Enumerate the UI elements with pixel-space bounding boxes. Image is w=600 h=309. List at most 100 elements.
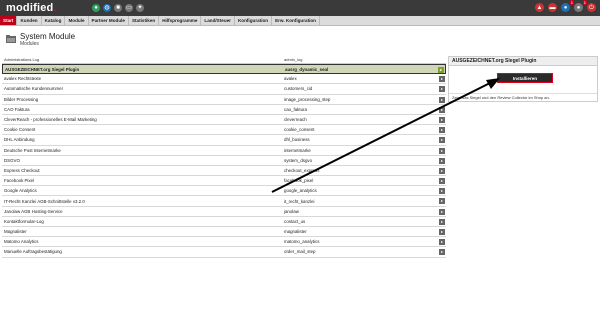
table-row[interactable]: Cookie Consent cookie_consent ▸ (2, 125, 446, 136)
module-code: it_recht_kanzlei (284, 198, 315, 204)
module-title: CleverReach - professionelles E-Mail Mar… (4, 117, 97, 123)
module-title: Manuelle Auftragsbestätigung (4, 249, 62, 255)
table-row[interactable]: Magnalister magnalister ▸ (2, 227, 446, 238)
row-action-icon[interactable]: ▸ (439, 96, 445, 103)
menu-start[interactable]: Start (0, 16, 18, 25)
menu-katalog[interactable]: Katalog (42, 16, 66, 25)
table-row[interactable]: DSGVO system_dsgvo ▸ (2, 156, 446, 166)
row-action-icon[interactable]: ▸ (439, 127, 445, 134)
module-code: cao_faktura (284, 106, 307, 112)
main-menu: Start Kunden Katalog Module Partner Modu… (0, 16, 600, 26)
module-title: Express Checkout (4, 167, 40, 173)
module-title: CAO Faktura (4, 106, 30, 112)
module-title: Kontaktformular-Log (4, 218, 44, 224)
table-row[interactable]: Express Checkout checkout_express ▸ (2, 166, 446, 177)
table-row[interactable]: Google Analytics google_analytics ▸ (2, 186, 446, 197)
table-row[interactable]: CleverReach - professionelles E-Mail Mar… (2, 115, 446, 126)
menu-module[interactable]: Module (65, 16, 89, 25)
row-action-icon[interactable]: ▸ (438, 67, 444, 73)
module-code: cleverreach (284, 117, 307, 123)
table-row[interactable]: Kontaktformular-Log contact_us ▸ (2, 217, 446, 227)
module-title: DSGVO (4, 157, 20, 163)
row-action-icon[interactable]: ▸ (439, 137, 445, 144)
table-row[interactable]: Automatische Kundennummer customers_cid ▸ (2, 84, 446, 95)
row-action-icon[interactable]: ▸ (439, 208, 445, 215)
module-code: janolaw (284, 208, 299, 214)
menu-kunden[interactable]: Kunden (17, 16, 42, 25)
message-icon[interactable]: ● 1 (574, 0, 587, 12)
module-title: Deutsche Post Internetmarke (4, 147, 61, 153)
brand-logo[interactable]: modified. (0, 2, 86, 14)
table-row[interactable]: Janolaw AGB Hosting-Service janolaw ▸ (2, 207, 446, 217)
row-action-icon[interactable]: ▸ (439, 167, 445, 174)
module-title: Google Analytics (4, 188, 37, 194)
table-row[interactable]: Bilder Processing image_processing_step ▸ (2, 95, 446, 105)
table-row[interactable]: Matomo Analytics matomo_analytics ▸ (2, 237, 446, 248)
module-code: facebook_pixel (284, 178, 314, 184)
header-title: Administrations Log (4, 57, 40, 62)
module-title: Matomo Analytics (4, 239, 39, 245)
table-body: AUSGEZEICHNET.org Siegel Plugin ausrg_dyn… (2, 64, 446, 258)
row-action-icon[interactable]: ▸ (439, 157, 445, 164)
globe-icon[interactable]: ◍ (103, 4, 111, 12)
row-action-icon[interactable]: ▸ (439, 147, 445, 154)
module-code: dhl_business (284, 137, 310, 143)
module-code: internetmarke (284, 147, 311, 153)
panel-body: Installieren (449, 66, 597, 93)
page-subtitle: Modules (20, 41, 39, 47)
page-header: System Module Modules (6, 33, 75, 48)
module-title: DHL Anbindung (4, 137, 35, 143)
module-code: ausrg_dynamic_seal (285, 66, 329, 72)
user-icon[interactable]: ■ (114, 4, 122, 12)
table-row[interactable]: Facebook Pixel facebook_pixel ▸ (2, 176, 446, 187)
row-action-icon[interactable]: ▸ (439, 229, 445, 235)
quick-icons: ● ◍ ■ ▭ ✦ (86, 4, 144, 12)
table-row[interactable]: AUSGEZEICHNET.org Siegel Plugin ausrg_dyn… (2, 64, 446, 75)
table-row[interactable]: DHL Anbindung dhl_business ▸ (2, 135, 446, 146)
module-code: image_processing_step (284, 96, 331, 102)
menu-partner-module[interactable]: Partner Module (89, 16, 129, 25)
logout-icon[interactable]: ⏻ (587, 3, 596, 12)
page-title: System Module (20, 32, 76, 41)
module-title: Cookie Consent (4, 127, 36, 133)
menu-land-steuer[interactable]: Land/Steuer (201, 16, 235, 25)
module-code: checkout_express (284, 167, 320, 173)
menu-hilfsprogramme[interactable]: Hilfsprogramme (159, 16, 202, 25)
row-action-icon[interactable]: ▸ (439, 239, 445, 246)
top-right-icons: ▲ ▬ ● 1 ● 1 ⏻ (535, 0, 596, 12)
module-code: google_analytics (284, 188, 317, 194)
row-action-icon[interactable]: ▸ (439, 218, 445, 225)
install-button[interactable]: Installieren (497, 73, 553, 83)
panel-title: AUSGEZEICHNET.org Siegel Plugin (449, 57, 597, 66)
home-icon[interactable]: ● (92, 4, 100, 12)
module-title: Facebook Pixel (4, 178, 35, 184)
table-row[interactable]: avalex Rechtstexte avalex ▸ (2, 74, 446, 85)
mail-icon[interactable]: ▭ (125, 4, 133, 12)
table-row[interactable]: Manuelle Auftragsbestätigung order_mail_s… (2, 247, 446, 258)
module-code: avalex (284, 76, 297, 82)
menu-konfiguration[interactable]: Konfiguration (235, 16, 273, 25)
module-code: contact_us (284, 218, 306, 224)
row-action-icon[interactable]: ▸ (439, 249, 445, 256)
menu-statistiken[interactable]: Statistiken (129, 16, 160, 25)
app-window: modified. ● ◍ ■ ▭ ✦ ▲ ▬ ● 1 ● 1 ⏻ Start Ku… (0, 0, 600, 309)
module-code: order_mail_step (284, 249, 316, 255)
row-action-icon[interactable]: ▸ (439, 116, 445, 123)
menu-erw-konfiguration[interactable]: Erw. Konfiguration (272, 16, 320, 25)
table-row[interactable]: Deutsche Post Internetmarke internetmarke… (2, 146, 446, 156)
module-title: avalex Rechtstexte (4, 76, 42, 82)
row-action-icon[interactable]: ▸ (439, 76, 445, 83)
row-action-icon[interactable]: ▸ (439, 198, 445, 205)
row-action-icon[interactable]: ▸ (439, 178, 445, 185)
lock-icon[interactable]: ▲ (535, 3, 544, 12)
settings-icon[interactable]: ✦ (136, 4, 144, 12)
module-code: matomo_analytics (284, 239, 320, 245)
table-row[interactable]: CAO Faktura cao_faktura ▸ (2, 105, 446, 115)
notification-icon[interactable]: ● 1 (561, 0, 574, 12)
row-action-icon[interactable]: ▸ (439, 106, 445, 113)
row-action-icon[interactable]: ▸ (439, 188, 445, 195)
module-info-panel: AUSGEZEICHNET.org Siegel Plugin Installi… (448, 56, 598, 102)
table-row[interactable]: IT-Recht Kanzlei AGB-Schnittstelle v3.2.… (2, 196, 446, 207)
row-action-icon[interactable]: ▸ (439, 86, 445, 93)
flag-icon[interactable]: ▬ (548, 3, 557, 12)
